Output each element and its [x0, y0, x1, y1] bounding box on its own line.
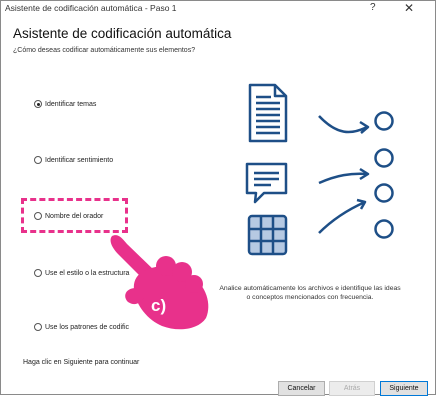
- illustration: [245, 83, 394, 256]
- option-identify-sentiment[interactable]: Identificar sentimiento: [34, 154, 113, 166]
- close-button[interactable]: ✕: [404, 1, 414, 15]
- radio-button[interactable]: [34, 100, 42, 108]
- document-icon: [248, 83, 288, 143]
- radio-button[interactable]: [34, 156, 42, 164]
- speech-bubble-icon: [245, 162, 288, 204]
- circle-node-icon: [374, 111, 394, 131]
- option-label: Identificar temas: [45, 100, 97, 108]
- annotation-label: c): [151, 296, 167, 315]
- window-title: Asistente de codificación automática - P…: [5, 3, 177, 13]
- pointing-hand-icon: [110, 235, 209, 330]
- option-identify-themes[interactable]: Identificar temas: [34, 98, 96, 110]
- arrow-icon: [318, 167, 370, 185]
- circle-node-icon: [374, 148, 394, 168]
- title-bar: Asistente de codificación automática - P…: [1, 1, 435, 17]
- page-subtitle: ¿Cómo deseas codificar automáticamente s…: [13, 47, 196, 54]
- table-grid-icon: [247, 214, 288, 256]
- option-label: Identificar sentimiento: [45, 156, 114, 164]
- arrow-icon: [318, 115, 370, 134]
- circle-node-icon: [374, 183, 394, 203]
- footer-hint: Haga clic en Siguiente para continuar: [23, 359, 140, 366]
- help-button[interactable]: ?: [370, 2, 376, 13]
- highlight-box: [21, 198, 128, 233]
- option-description: Analice automáticamente los archivos e i…: [219, 285, 401, 301]
- arrow-icon: [318, 198, 367, 234]
- next-button[interactable]: Siguiente: [380, 381, 428, 396]
- circle-node-icon: [374, 219, 394, 239]
- back-button[interactable]: Atrás: [329, 381, 375, 396]
- cancel-button[interactable]: Cancelar: [278, 381, 325, 396]
- page-title: Asistente de codificación automática: [13, 26, 232, 41]
- radio-button[interactable]: [34, 323, 42, 331]
- radio-button[interactable]: [34, 269, 42, 277]
